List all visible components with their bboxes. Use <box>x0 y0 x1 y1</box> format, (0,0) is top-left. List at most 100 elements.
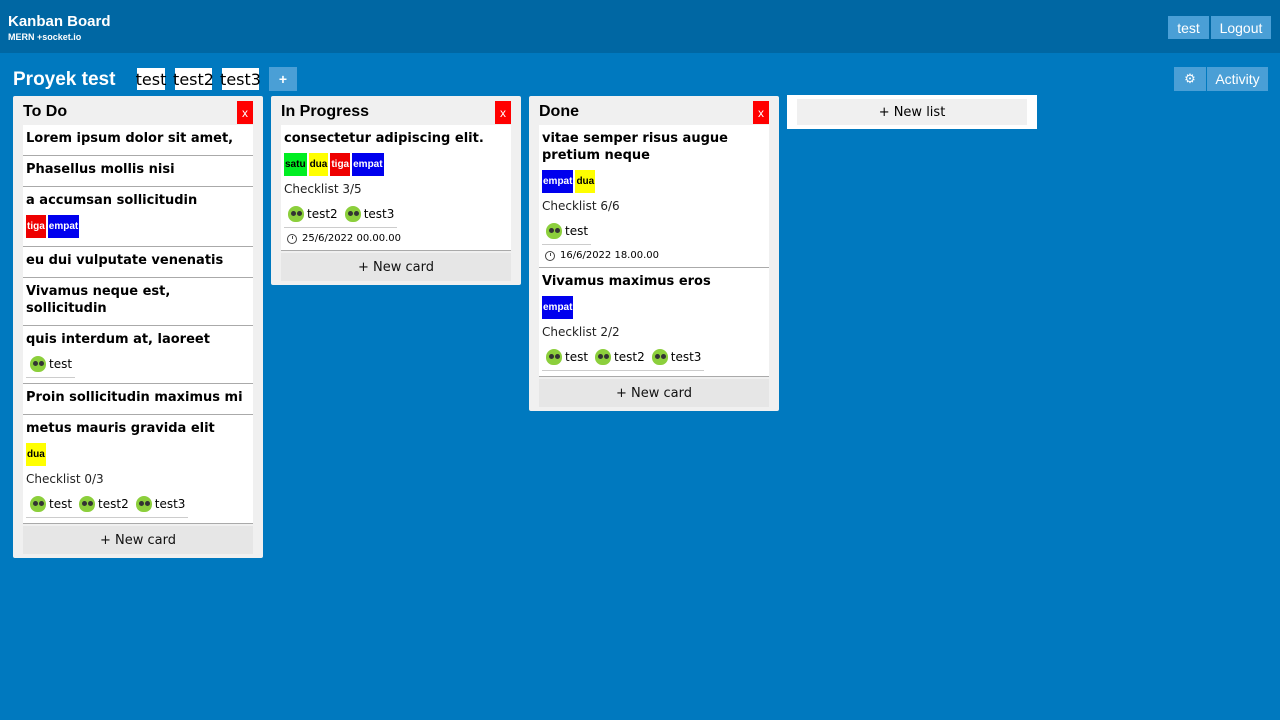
user-button[interactable]: test <box>1168 16 1209 39</box>
checklist-progress: Checklist 3/5 <box>284 182 362 196</box>
due-date: 16/6/2022 18.00.00 <box>542 248 766 265</box>
card-member: test2 <box>78 496 129 512</box>
alien-avatar-icon <box>545 223 563 239</box>
card[interactable]: consectetur adipiscing elit. satu dua tiga e… <box>281 125 511 251</box>
card[interactable]: Vivamus maximus eros empat Checklist 2/2 te… <box>539 268 769 377</box>
new-card-button[interactable]: + New card <box>23 526 253 554</box>
card-member: test <box>545 223 588 239</box>
due-date-text: 25/6/2022 00.00.00 <box>302 233 401 244</box>
card-member: test2 <box>287 206 338 222</box>
card-labels: empat <box>542 296 766 319</box>
card-member: test <box>545 349 588 365</box>
project-member-test3[interactable]: test3 <box>220 68 261 90</box>
new-list-panel: + New list <box>787 95 1037 129</box>
new-list-button[interactable]: + New list <box>797 99 1027 125</box>
label-satu: satu <box>284 153 307 176</box>
card-labels: satu dua tiga empat <box>284 153 508 176</box>
card-title: Vivamus maximus eros <box>542 274 711 289</box>
add-member-button[interactable]: + <box>269 67 297 91</box>
card-members: test <box>542 221 592 245</box>
alien-avatar-icon <box>135 496 153 512</box>
delete-list-button[interactable]: x <box>495 101 511 124</box>
card-title: Phasellus mollis nisi <box>26 162 175 177</box>
card-title: quis interdum at, laoreet <box>26 332 210 347</box>
label-dua: dua <box>308 153 329 176</box>
label-empat: empat <box>47 215 80 238</box>
card[interactable]: Phasellus mollis nisi <box>23 156 253 187</box>
member-name: test3 <box>154 497 186 511</box>
card[interactable]: quis interdum at, laoreet test <box>23 326 253 384</box>
card[interactable]: Proin sollicitudin maximus mi <box>23 384 253 415</box>
activity-button[interactable]: Activity <box>1207 67 1268 91</box>
card-title: metus mauris gravida elit <box>26 421 215 436</box>
list-done: Done x vitae semper risus augue pretium ne… <box>529 96 779 411</box>
card[interactable]: Vivamus neque est, sollicitudin <box>23 278 253 326</box>
card-labels: empat dua <box>542 170 766 193</box>
card[interactable]: vitae semper risus augue pretium neque em… <box>539 125 769 268</box>
member-name: test3 <box>670 350 702 364</box>
alien-avatar-icon <box>287 206 305 222</box>
new-card-button[interactable]: + New card <box>539 379 769 407</box>
card-member: test3 <box>135 496 186 512</box>
alien-avatar-icon <box>29 356 47 372</box>
card-members: test test2 test3 <box>26 494 189 518</box>
card-title: Vivamus neque est, sollicitudin <box>26 284 171 316</box>
alien-avatar-icon <box>78 496 96 512</box>
delete-list-button[interactable]: x <box>237 101 253 124</box>
label-empat: empat <box>352 153 384 176</box>
logout-button[interactable]: Logout <box>1211 16 1271 39</box>
clock-icon <box>287 233 297 244</box>
checklist-progress: Checklist 0/3 <box>26 472 104 486</box>
new-card-button[interactable]: + New card <box>281 253 511 281</box>
member-name: test2 <box>98 497 129 511</box>
label-tiga: tiga <box>26 215 46 238</box>
member-name: test <box>565 224 589 238</box>
alien-avatar-icon <box>344 206 362 222</box>
label-tiga: tiga <box>330 153 351 176</box>
alien-avatar-icon <box>545 349 563 365</box>
delete-list-button[interactable]: x <box>753 101 769 124</box>
card-member: test3 <box>344 206 395 222</box>
project-member-test2[interactable]: test2 <box>173 68 214 90</box>
member-name: test <box>49 357 73 371</box>
list-title[interactable]: To Do <box>23 103 67 121</box>
member-name: test3 <box>363 207 395 221</box>
list-header: In Progress x <box>281 96 511 125</box>
gear-icon: ⚙ <box>1184 71 1196 86</box>
member-name: test2 <box>614 350 645 364</box>
checklist-progress: Checklist 2/2 <box>542 325 620 339</box>
list-header: Done x <box>539 96 769 125</box>
card-labels: tiga empat <box>26 215 250 238</box>
member-name: test <box>565 350 589 364</box>
checklist-progress: Checklist 6/6 <box>542 199 620 213</box>
card[interactable]: Lorem ipsum dolor sit amet, <box>23 125 253 156</box>
card[interactable]: metus mauris gravida elit dua Checklist 0/… <box>23 415 253 524</box>
due-date: 25/6/2022 00.00.00 <box>284 231 508 248</box>
card-member: test <box>29 356 72 372</box>
card-members: test <box>26 354 76 378</box>
project-title: Proyek test <box>13 69 116 90</box>
list-in-progress: In Progress x consectetur adipiscing elit.… <box>271 96 521 285</box>
card[interactable]: a accumsan sollicitudin tiga empat <box>23 187 253 247</box>
list-to-do: To Do x Lorem ipsum dolor sit amet, Phasell… <box>13 96 263 558</box>
card-title: Proin sollicitudin maximus mi <box>26 390 243 405</box>
label-empat: empat <box>542 170 574 193</box>
card[interactable]: eu dui vulputate venenatis <box>23 247 253 278</box>
list-title[interactable]: In Progress <box>281 103 369 121</box>
label-dua: dua <box>575 170 596 193</box>
card-member: test <box>29 496 72 512</box>
card-title: vitae semper risus augue pretium neque <box>542 131 728 163</box>
card-title: eu dui vulputate venenatis <box>26 253 224 268</box>
project-member-test[interactable]: test <box>136 68 166 90</box>
label-empat: empat <box>542 296 574 319</box>
app-title: Kanban Board <box>8 13 111 30</box>
app-subtitle: MERN +socket.io <box>8 32 82 42</box>
card-labels: dua <box>26 443 250 466</box>
settings-button[interactable]: ⚙ <box>1174 67 1206 91</box>
list-title[interactable]: Done <box>539 103 579 121</box>
clock-icon <box>545 250 555 261</box>
alien-avatar-icon <box>651 349 669 365</box>
member-name: test2 <box>307 207 338 221</box>
alien-avatar-icon <box>594 349 612 365</box>
card-members: test test2 test3 <box>542 347 705 371</box>
